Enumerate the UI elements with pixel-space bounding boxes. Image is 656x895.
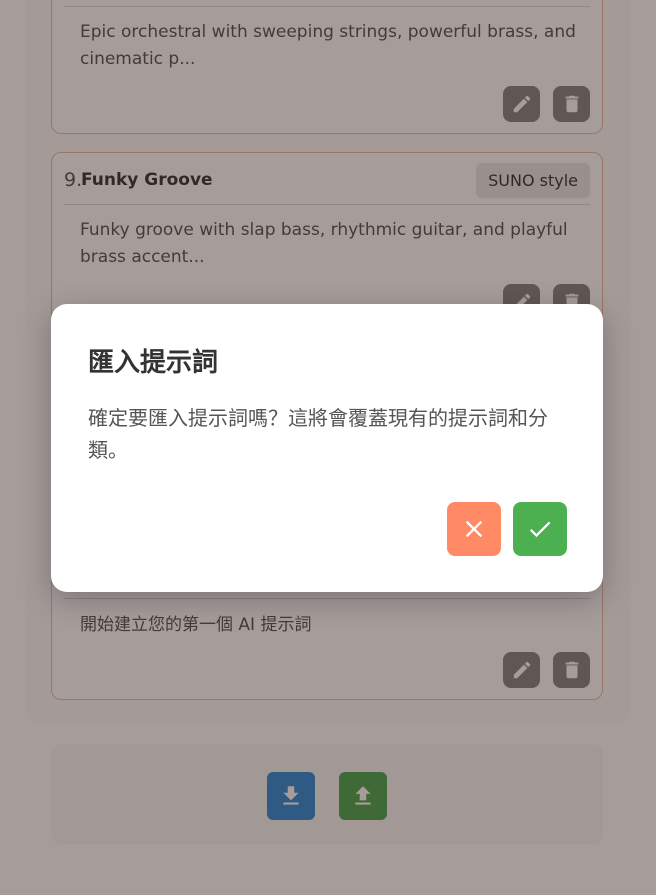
confirm-dialog: 匯入提示詞 確定要匯入提示詞嗎？這將會覆蓋現有的提示詞和分類。 (51, 304, 603, 592)
check-icon (529, 521, 551, 538)
confirm-button[interactable] (513, 502, 567, 556)
cancel-button[interactable] (447, 502, 501, 556)
close-icon (465, 520, 483, 538)
dialog-title: 匯入提示詞 (88, 348, 219, 378)
dialog-message: 確定要匯入提示詞嗎？這將會覆蓋現有的提示詞和分類。 (88, 406, 548, 462)
